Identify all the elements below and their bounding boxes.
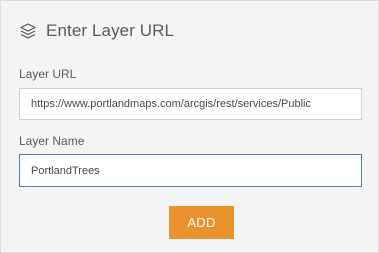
- panel-title: Enter Layer URL: [46, 21, 175, 40]
- layers-icon: [19, 22, 37, 40]
- layer-url-input[interactable]: [19, 88, 362, 120]
- layer-name-label: Layer Name: [19, 134, 85, 148]
- layer-name-input[interactable]: [19, 154, 362, 187]
- panel-header: Enter Layer URL: [19, 19, 174, 43]
- add-layer-panel: Enter Layer URL Layer URL Layer Name ADD: [0, 0, 379, 253]
- layer-url-label: Layer URL: [19, 67, 77, 81]
- add-button[interactable]: ADD: [169, 206, 234, 239]
